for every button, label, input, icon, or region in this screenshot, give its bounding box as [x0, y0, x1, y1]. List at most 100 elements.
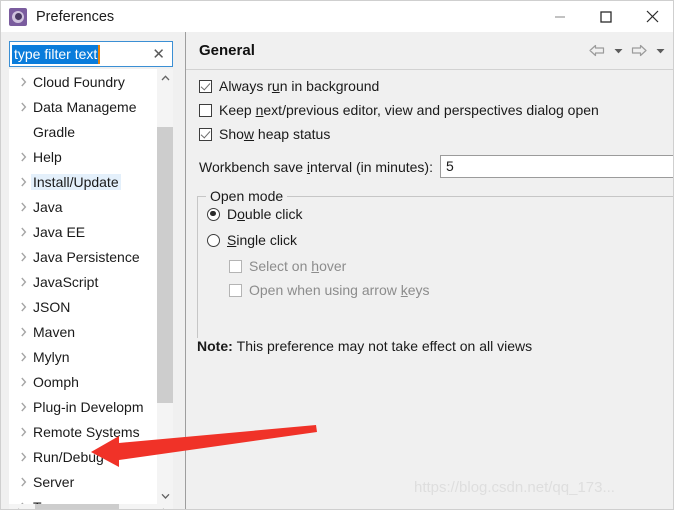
sidebar-item-java-ee[interactable]: Java EE	[9, 219, 157, 244]
note-body: This preference may not take effect on a…	[236, 338, 533, 354]
page-body: Always run in background Keep next/previ…	[186, 70, 673, 476]
open-mode-group: Open mode Double click Single click Sele…	[197, 188, 673, 338]
window-title: Preferences	[36, 8, 115, 25]
checkbox-select-on-hover[interactable]: Select on hover	[229, 258, 346, 274]
sidebar-item-run-debug[interactable]: Run/Debug	[9, 444, 157, 469]
preference-page: General Always run in background Keep ne…	[186, 32, 673, 509]
preferences-tree[interactable]: Cloud Foundry Data Manageme Gradle Help Inst…	[9, 69, 173, 504]
filter-input-container[interactable]: type filter text ✕	[9, 41, 173, 67]
chevron-down-icon[interactable]	[157, 487, 173, 504]
checkbox-box[interactable]	[229, 259, 242, 273]
sidebar-item-label: JavaScript	[33, 273, 99, 290]
sidebar-item-mylyn[interactable]: Mylyn	[9, 344, 157, 369]
radio-label: Single click	[227, 232, 298, 248]
sidebar-item-json[interactable]: JSON	[9, 294, 157, 319]
sidebar-item-label: Cloud Foundry	[33, 73, 125, 90]
sidebar-item-label: Gradle	[33, 123, 76, 140]
sidebar-item-help[interactable]: Help	[9, 144, 157, 169]
radio-label: Double click	[227, 206, 303, 222]
chevron-up-icon[interactable]	[157, 69, 173, 86]
checkbox-label: Keep next/previous editor, view and pers…	[219, 102, 599, 118]
chevron-right-icon[interactable]	[15, 227, 31, 237]
chevron-right-icon[interactable]	[15, 277, 31, 287]
sidebar-item-javascript[interactable]: JavaScript	[9, 269, 157, 294]
checkbox-box[interactable]	[199, 103, 212, 117]
page-header: General	[186, 32, 673, 69]
page-navigation	[587, 41, 667, 61]
note-text: Note: This preference may not take effec…	[197, 338, 532, 354]
sidebar-item-maven[interactable]: Maven	[9, 319, 157, 344]
sidebar-item-label: Help	[33, 148, 62, 165]
sidebar-item-label: Java EE	[33, 223, 86, 240]
checkbox-always-run-in-background[interactable]: Always run in background	[199, 78, 379, 94]
chevron-right-icon[interactable]	[15, 302, 31, 312]
back-arrow-icon[interactable]	[587, 41, 607, 61]
caret-down-icon[interactable]	[653, 41, 667, 61]
sidebar-item-oomph[interactable]: Oomph	[9, 369, 157, 394]
forward-arrow-icon[interactable]	[629, 41, 649, 61]
chevron-right-icon[interactable]	[15, 327, 31, 337]
search-input[interactable]: type filter text	[12, 44, 101, 64]
sidebar-item-gradle[interactable]: Gradle	[9, 119, 157, 144]
preferences-sidebar: type filter text ✕ Cloud Foundry Data Man…	[1, 32, 185, 509]
chevron-right-icon[interactable]	[15, 202, 31, 212]
checkbox-label: Always run in background	[219, 78, 380, 94]
sidebar-item-server[interactable]: Server	[9, 469, 157, 494]
workbench-save-interval-row: Workbench save interval (in minutes): 5	[199, 155, 673, 178]
checkbox-box[interactable]	[199, 79, 212, 93]
sidebar-item-install-update[interactable]: Install/Update	[9, 169, 157, 194]
maximize-icon[interactable]	[583, 1, 629, 32]
preferences-gear-icon	[9, 7, 27, 26]
radio-single-click[interactable]: Single click	[207, 232, 297, 248]
chevron-right-icon[interactable]	[156, 504, 173, 509]
chevron-right-icon[interactable]	[15, 377, 31, 387]
scrollbar-thumb-horizontal[interactable]	[35, 504, 119, 509]
chevron-right-icon[interactable]	[15, 102, 31, 112]
chevron-right-icon[interactable]	[15, 152, 31, 162]
chevron-right-icon[interactable]	[15, 402, 31, 412]
sidebar-item-label: Install/Update	[31, 173, 121, 190]
chevron-right-icon[interactable]	[15, 477, 31, 487]
checkbox-box[interactable]	[229, 283, 242, 297]
sidebar-item-label: Java Persistence	[33, 248, 140, 265]
title-bar: Preferences	[1, 1, 673, 32]
workbench-save-interval-input[interactable]: 5	[439, 155, 673, 178]
sidebar-item-java[interactable]: Java	[9, 194, 157, 219]
chevron-right-icon[interactable]	[15, 252, 31, 262]
open-mode-group-title: Open mode	[206, 188, 288, 204]
caret-down-icon[interactable]	[611, 41, 625, 61]
sidebar-item-label: Server	[33, 473, 75, 490]
scrollbar-thumb[interactable]	[157, 127, 173, 403]
sidebar-item-remote-systems[interactable]: Remote Systems	[9, 419, 157, 444]
checkbox-label: Select on hover	[249, 258, 347, 274]
chevron-right-icon[interactable]	[15, 77, 31, 87]
sidebar-item-label: Oomph	[33, 373, 79, 390]
chevron-right-icon[interactable]	[15, 177, 31, 187]
preferences-dialog: Preferences type filter text ✕ Cloud Fou…	[0, 0, 674, 510]
checkbox-show-heap-status[interactable]: Show heap status	[199, 126, 330, 142]
chevron-right-icon[interactable]	[15, 352, 31, 362]
radio-double-click[interactable]: Double click	[207, 206, 303, 222]
tree-horizontal-scrollbar[interactable]	[9, 504, 173, 509]
close-icon[interactable]	[629, 1, 673, 32]
chevron-right-icon[interactable]	[15, 452, 31, 462]
sidebar-item-plug-in-developm[interactable]: Plug-in Developm	[9, 394, 157, 419]
sidebar-item-label: Java	[33, 198, 63, 215]
sidebar-item-java-persistence[interactable]: Java Persistence	[9, 244, 157, 269]
checkbox-box[interactable]	[199, 127, 212, 141]
radio-box[interactable]	[207, 233, 220, 247]
note-label: Note:	[197, 338, 233, 354]
chevron-right-icon[interactable]	[15, 427, 31, 437]
chevron-left-icon[interactable]	[9, 504, 26, 509]
clear-icon[interactable]: ✕	[152, 47, 165, 62]
sidebar-item-data-manageme[interactable]: Data Manageme	[9, 94, 157, 119]
checkbox-keep-next-previous-editor[interactable]: Keep next/previous editor, view and pers…	[199, 102, 599, 118]
sidebar-item-label: JSON	[33, 298, 71, 315]
sidebar-item-cloud-foundry[interactable]: Cloud Foundry	[9, 69, 157, 94]
sidebar-item-team[interactable]: Team	[9, 494, 157, 504]
radio-box[interactable]	[207, 207, 220, 221]
checkbox-label: Show heap status	[219, 126, 331, 142]
minimize-icon[interactable]	[537, 1, 583, 32]
tree-vertical-scrollbar[interactable]	[157, 69, 173, 504]
checkbox-open-when-using-arrow-keys[interactable]: Open when using arrow keys	[229, 282, 430, 298]
